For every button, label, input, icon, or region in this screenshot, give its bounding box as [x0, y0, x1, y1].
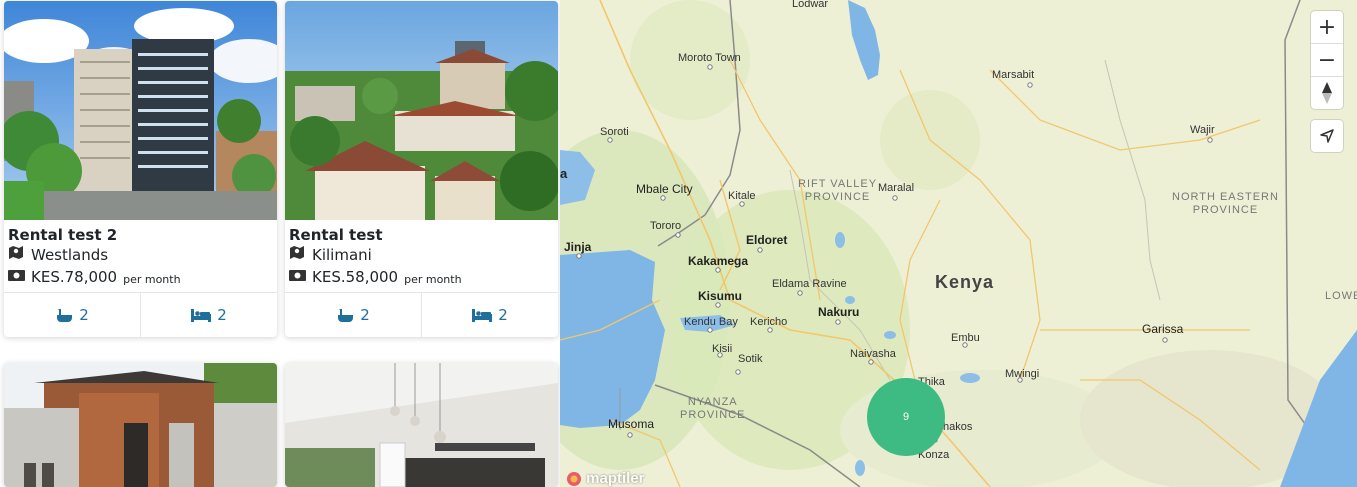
region-label: LOWE — [1325, 290, 1357, 302]
price-period: per month — [123, 273, 181, 286]
listing-title[interactable]: Rental test 2 — [8, 226, 273, 244]
geolocate-control — [1311, 120, 1343, 152]
listing-grid: Rental test 2 Westlands KES.78,000 per m… — [0, 0, 560, 487]
bath-icon — [57, 308, 73, 322]
maptiler-icon — [567, 472, 581, 486]
price-period: per month — [404, 273, 462, 286]
country-label: Kenya — [935, 272, 995, 292]
listing-stats: 2 2 — [4, 292, 277, 337]
listing-photo[interactable] — [4, 1, 277, 220]
map-label: a — [560, 166, 568, 181]
compass-icon — [1322, 82, 1332, 104]
bath-icon — [338, 308, 354, 322]
map-label: Moroto Town — [678, 52, 741, 64]
price-text: KES.58,000 — [312, 268, 399, 286]
map-location-icon — [8, 244, 26, 266]
bathrooms-count: 2 — [285, 293, 421, 337]
listing-location: Kilimani — [289, 244, 554, 266]
map-label: Marsabit — [992, 69, 1035, 81]
listing-price: KES.78,000 per month — [8, 266, 273, 288]
listing-card[interactable]: Rental test 2 Westlands KES.78,000 per m… — [4, 1, 277, 337]
map-label: Naivasha — [850, 348, 896, 360]
map-label: Eldama Ravine — [772, 278, 847, 290]
map-label: Kendu Bay — [684, 316, 738, 328]
listing-photo[interactable] — [285, 363, 558, 487]
listing-photo[interactable] — [285, 1, 558, 220]
map-label: Kisii — [712, 343, 733, 355]
bedrooms-count: 2 — [421, 293, 558, 337]
listing-photo[interactable] — [4, 363, 277, 487]
map-location-icon — [289, 244, 307, 266]
listing-stats: 2 2 — [285, 292, 558, 337]
region-label: RIFT VALLEY PROVINCE — [798, 178, 878, 203]
listing-card[interactable] — [4, 363, 277, 487]
map-label: Soroti — [600, 126, 629, 138]
bedrooms-count: 2 — [140, 293, 277, 337]
map-label: Musoma — [608, 417, 655, 431]
listing-price: KES.58,000 per month — [289, 266, 554, 288]
map-label: Mwingi — [1005, 368, 1040, 380]
compass-button[interactable] — [1311, 76, 1343, 109]
price-text: KES.78,000 — [31, 268, 118, 286]
bed-icon — [191, 308, 212, 322]
listing-title[interactable]: Rental test — [289, 226, 554, 244]
map-label: Jinja — [564, 240, 592, 254]
map-label: Tororo — [650, 220, 682, 232]
map-label: Garissa — [1142, 322, 1184, 336]
zoom-in-button[interactable]: + — [1311, 11, 1343, 43]
map-label: Embu — [951, 332, 980, 344]
maptiler-logo[interactable]: maptiler — [566, 470, 645, 487]
zoom-out-button[interactable]: − — [1311, 43, 1343, 76]
bathrooms-count: 2 — [4, 293, 140, 337]
map-label: Wajir — [1190, 124, 1215, 136]
map-label: Nakuru — [818, 305, 860, 319]
map-label: Kisumu — [698, 289, 743, 303]
listing-location: Westlands — [8, 244, 273, 266]
location-arrow-icon — [1320, 129, 1334, 143]
region-label: NYANZA PROVINCE — [680, 396, 746, 421]
map-label: Maralal — [878, 182, 915, 194]
map-label: Sotik — [738, 353, 763, 365]
map-label: Kericho — [750, 316, 788, 328]
cluster-marker[interactable]: 9 — [867, 378, 945, 456]
map-label: Lodwar — [792, 0, 829, 10]
bed-icon — [472, 308, 493, 322]
listing-card[interactable] — [285, 363, 558, 487]
map-label: Kakamega — [688, 254, 749, 268]
map-label: Mbale City — [636, 182, 693, 196]
location-text: Kilimani — [312, 246, 372, 264]
geolocate-button[interactable] — [1311, 120, 1343, 152]
map-view[interactable]: Lodwar Moroto Town Marsabit Soroti Wajir… — [560, 0, 1357, 487]
map-label: Kitale — [728, 190, 756, 202]
location-text: Westlands — [31, 246, 109, 264]
listing-card[interactable]: Rental test Kilimani KES.58,000 per mont… — [285, 1, 558, 337]
money-icon — [8, 266, 26, 288]
money-icon — [289, 266, 307, 288]
map-label: Eldoret — [746, 233, 788, 247]
region-label: NORTH EASTERN PROVINCE — [1172, 191, 1279, 216]
map-label: hakos — [943, 421, 973, 433]
zoom-controls: + − — [1311, 11, 1343, 109]
